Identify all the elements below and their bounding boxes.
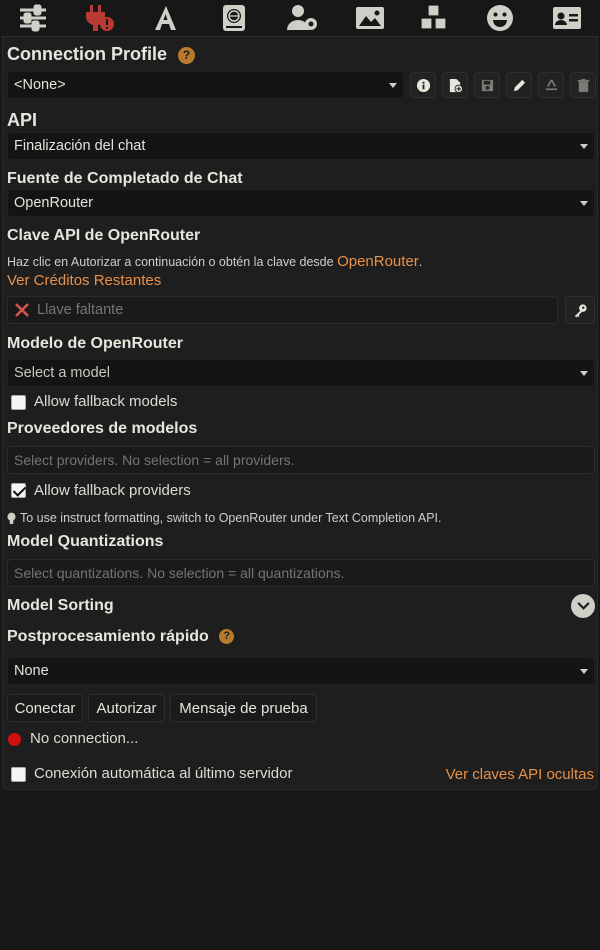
auto-connect-checkbox[interactable] — [11, 767, 26, 782]
instruct-tip: To use instruct formatting, switch to Op… — [7, 511, 442, 525]
save-button[interactable] — [474, 72, 500, 98]
status-text: No connection... — [30, 730, 139, 747]
image-icon[interactable] — [350, 2, 390, 34]
new-file-button[interactable] — [442, 72, 468, 98]
user-gear-icon[interactable] — [282, 2, 322, 34]
api-value: Finalización del chat — [14, 138, 146, 154]
fallback-providers-checkbox[interactable] — [11, 483, 26, 498]
info-icon — [416, 78, 430, 92]
chevron-down-icon — [389, 83, 397, 88]
quantizations-label: Model Quantizations — [7, 533, 164, 550]
view-credits-link[interactable]: Ver Créditos Restantes — [7, 272, 161, 289]
font-icon[interactable] — [146, 2, 186, 34]
model-select[interactable]: Select a model — [7, 359, 595, 387]
chevron-down-icon — [580, 201, 588, 206]
plug-error-icon[interactable] — [78, 2, 118, 34]
key-button[interactable] — [565, 296, 595, 324]
connection-profile-title-text: Connection Profile — [7, 44, 168, 64]
sorting-label: Model Sorting — [7, 597, 114, 614]
connection-profile-value: <None> — [14, 77, 66, 93]
connection-profile-title: Connection Profile ? — [7, 44, 196, 65]
instruct-tip-text: To use instruct formatting, switch to Op… — [20, 511, 442, 525]
chevron-down-icon — [576, 601, 590, 610]
recycle-button[interactable] — [538, 72, 564, 98]
trash-icon — [577, 78, 589, 92]
fallback-models-checkbox[interactable] — [11, 395, 26, 410]
openrouter-link[interactable]: OpenRouter — [337, 253, 419, 270]
chevron-down-icon — [580, 144, 588, 149]
pencil-icon — [513, 79, 525, 91]
chat-source-select[interactable]: OpenRouter — [7, 189, 595, 217]
providers-input[interactable]: Select providers. No selection = all pro… — [7, 446, 595, 474]
chat-source-value: OpenRouter — [14, 195, 93, 211]
postprocessing-value: None — [14, 663, 49, 679]
file-plus-icon — [449, 78, 463, 93]
api-key-hint: Haz clic en Autorizar a continuación o o… — [7, 253, 422, 270]
cubes-icon[interactable] — [414, 2, 454, 34]
postprocessing-select[interactable]: None — [7, 657, 595, 685]
info-button[interactable] — [410, 72, 436, 98]
api-label: API — [7, 110, 38, 130]
help-icon[interactable]: ? — [178, 46, 196, 64]
providers-label: Proveedores de modelos — [7, 420, 198, 437]
edit-button[interactable] — [506, 72, 532, 98]
book-globe-icon[interactable] — [214, 2, 254, 34]
key-icon — [574, 303, 587, 318]
api-key-label: Clave API de OpenRouter — [7, 227, 201, 244]
api-key-hint-text: Haz clic en Autorizar a continuación o o… — [7, 255, 338, 269]
api-key-input[interactable]: Llave faltante — [7, 296, 558, 324]
chat-source-label: Fuente de Completado de Chat — [7, 170, 243, 187]
api-select[interactable]: Finalización del chat — [7, 132, 595, 160]
test-message-button[interactable]: Mensaje de prueba — [170, 694, 317, 722]
model-label: Modelo de OpenRouter — [7, 335, 183, 352]
postprocessing-label: Postprocesamiento rápido ? — [7, 628, 235, 646]
smiley-icon[interactable] — [480, 2, 520, 34]
chevron-down-icon — [580, 371, 588, 376]
api-key-placeholder: Llave faltante — [37, 302, 124, 318]
status-indicator — [8, 733, 21, 746]
quantizations-placeholder: Select quantizations. No selection = all… — [14, 565, 345, 581]
connect-button[interactable]: Conectar — [7, 694, 83, 722]
top-toolbar — [0, 0, 600, 36]
id-card-icon[interactable] — [547, 2, 587, 34]
chevron-down-icon — [580, 669, 588, 674]
sorting-expand-button[interactable] — [571, 594, 595, 618]
auto-connect-label: Conexión automática al último servidor — [34, 765, 293, 782]
providers-placeholder: Select providers. No selection = all pro… — [14, 452, 295, 468]
model-value: Select a model — [14, 365, 110, 381]
api-key-hint-end: . — [418, 255, 423, 269]
fallback-models-label: Allow fallback models — [34, 393, 178, 410]
recycle-icon — [545, 78, 557, 90]
floppy-icon — [481, 79, 493, 91]
fallback-providers-label: Allow fallback providers — [34, 482, 191, 499]
close-icon — [15, 303, 29, 317]
delete-button[interactable] — [570, 72, 596, 98]
help-icon[interactable]: ? — [219, 629, 235, 645]
hidden-api-keys-link[interactable]: Ver claves API ocultas — [446, 766, 594, 783]
sliders-icon[interactable] — [13, 2, 53, 34]
connection-panel: Connection Profile ? <None> API Finaliza… — [2, 36, 598, 790]
authorize-button[interactable]: Autorizar — [88, 694, 165, 722]
connection-profile-select[interactable]: <None> — [7, 71, 404, 99]
postprocessing-label-text: Postprocesamiento rápido — [7, 628, 209, 645]
quantizations-input[interactable]: Select quantizations. No selection = all… — [7, 559, 595, 587]
lightbulb-icon — [7, 512, 16, 524]
